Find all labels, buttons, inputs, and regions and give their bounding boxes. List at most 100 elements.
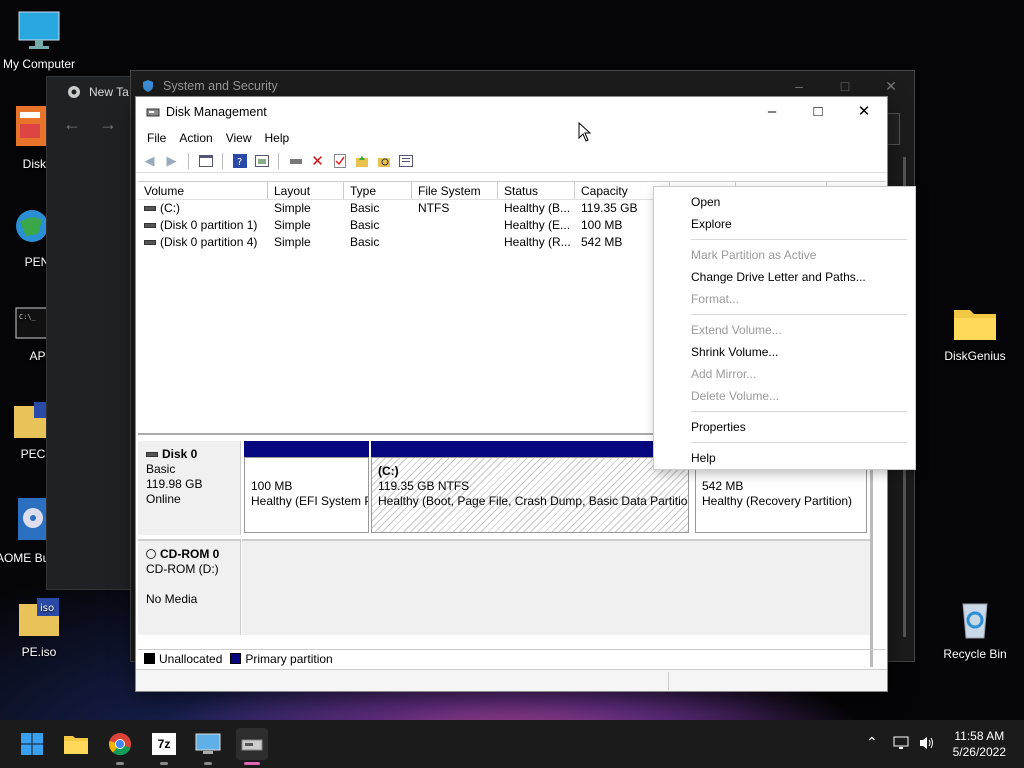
status-bar	[136, 669, 887, 691]
desktop-icon-label: Recycle Bin	[943, 647, 1007, 661]
clock[interactable]: 11:58 AM 5/26/2022	[953, 728, 1006, 760]
desktop-icon-diskgenius-folder[interactable]: DiskGenius	[935, 304, 1015, 363]
close-icon[interactable]: ✕	[841, 97, 887, 127]
list-view-icon[interactable]	[397, 152, 414, 169]
menu-item-change-drive-letter[interactable]: Change Drive Letter and Paths...	[654, 266, 915, 288]
unallocated-swatch	[144, 652, 155, 664]
volume-icon[interactable]	[918, 735, 936, 751]
help-icon[interactable]: ?	[231, 152, 248, 169]
menu-bar: File Action View Help	[136, 127, 887, 149]
partition-c[interactable]: (C:) 119.35 GB NTFS Healthy (Boot, Page …	[371, 457, 689, 533]
taskbar-disk-management[interactable]	[236, 728, 268, 760]
drive-icon	[144, 206, 156, 212]
clock-date: 5/26/2022	[952, 745, 1006, 759]
context-menu: Open Explore Mark Partition as Active Ch…	[653, 186, 916, 470]
mouse-cursor-icon	[578, 122, 592, 142]
7zip-icon: 7z	[152, 733, 176, 755]
column-header[interactable]: Type	[344, 182, 412, 199]
tray-overflow-icon[interactable]: ⌃	[866, 734, 878, 751]
start-button[interactable]	[16, 728, 48, 760]
minimize-icon[interactable]: –	[749, 97, 795, 127]
svg-text:?: ?	[237, 157, 242, 168]
chrome-icon	[68, 86, 80, 98]
folder-icon	[954, 310, 996, 340]
cdrom-area	[242, 539, 871, 635]
maximize-icon[interactable]: □	[795, 97, 841, 127]
folder-up-icon[interactable]	[353, 152, 370, 169]
computer-management-icon	[195, 733, 221, 754]
network-icon[interactable]	[892, 735, 910, 751]
menu-action[interactable]: Action	[179, 131, 219, 145]
menu-item-properties[interactable]: Properties	[654, 416, 915, 438]
taskbar-7zip[interactable]: 7z	[148, 728, 180, 760]
column-header[interactable]: Status	[498, 182, 575, 199]
taskbar-file-explorer[interactable]	[60, 728, 92, 760]
show-hide-console-icon[interactable]	[197, 152, 214, 169]
disk-management-icon	[146, 108, 160, 117]
disk-0-info[interactable]: Disk 0 Basic 119.98 GB Online	[138, 441, 241, 535]
menu-item-add-mirror: Add Mirror...	[691, 367, 757, 381]
diskgenius-app-icon	[16, 106, 46, 146]
folder-icon	[14, 402, 48, 438]
menu-separator	[691, 314, 907, 315]
delete-icon[interactable]: ✕	[309, 152, 326, 170]
column-header[interactable]: Layout	[268, 182, 344, 199]
menu-separator	[691, 442, 907, 443]
menu-item-extend-volume: Extend Volume...	[691, 323, 782, 337]
windows-logo-icon	[21, 733, 43, 755]
cdrom-icon	[146, 549, 156, 559]
cdrom-0-info[interactable]: CD-ROM 0 CD-ROM (D:) No Media	[138, 539, 241, 635]
primary-swatch	[230, 652, 242, 664]
desktop-icon-label: DiskGenius	[944, 349, 1006, 363]
column-header[interactable]: File System	[412, 182, 498, 199]
column-header[interactable]: Volume	[138, 182, 268, 199]
disk-icon	[146, 452, 158, 458]
chrome-icon	[109, 733, 131, 756]
menu-item-delete-volume: Delete Volume...	[691, 389, 780, 403]
menu-view[interactable]: View	[226, 131, 259, 145]
properties-icon[interactable]	[253, 152, 270, 169]
shield-icon	[143, 80, 153, 92]
forward-arrow-icon[interactable]: ▶	[163, 152, 180, 169]
partition-bar	[371, 441, 691, 457]
desktop-icon-pe-iso[interactable]: iso PE.iso	[0, 596, 79, 659]
menu-help[interactable]: Help	[265, 131, 297, 145]
checklist-icon[interactable]	[331, 152, 348, 169]
menu-item-format: Format...	[691, 292, 740, 306]
taskbar: 7z ⌃ 11:58 AM 5/26/2022	[0, 720, 1024, 768]
connect-drive-icon[interactable]	[287, 152, 304, 169]
svg-text:C:\_: C:\_	[19, 313, 37, 321]
disk-management-icon	[241, 739, 263, 751]
window-title: Disk Management	[166, 105, 267, 119]
legend: Unallocated Primary partition	[138, 649, 886, 667]
menu-separator	[691, 411, 907, 412]
taskbar-computer-management[interactable]	[192, 728, 224, 760]
taskbar-chrome[interactable]	[104, 728, 136, 760]
menu-item-explore[interactable]: Explore	[654, 213, 915, 235]
folder-icon	[64, 736, 88, 754]
system-window-title: System and Security	[163, 79, 278, 93]
partition-bar	[244, 441, 369, 457]
menu-item-mark-active: Mark Partition as Active	[691, 248, 817, 262]
menu-item-open[interactable]: Open	[654, 191, 915, 213]
back-arrow-icon[interactable]: ◀	[141, 152, 158, 169]
iso-file-icon: iso	[19, 598, 59, 636]
disk-view-scrollbar[interactable]	[870, 437, 873, 667]
menu-item-help[interactable]: Help	[654, 447, 915, 469]
clock-time: 11:58 AM	[954, 729, 1005, 743]
back-arrow-icon[interactable]: ←	[63, 114, 81, 135]
chrome-tab-title: New Ta	[89, 85, 129, 99]
folder-search-icon[interactable]	[375, 152, 392, 169]
menu-file[interactable]: File	[147, 131, 173, 145]
desktop-icon-label: PE.iso	[21, 645, 57, 659]
partition-efi[interactable]: 100 MB Healthy (EFI System Partition)	[244, 457, 369, 533]
svg-text:iso: iso	[40, 603, 54, 614]
desktop-icon-label: My Computer	[2, 57, 76, 71]
desktop-icon-my-computer[interactable]: My Computer	[0, 10, 79, 71]
desktop-icon-recycle-bin[interactable]: Recycle Bin	[935, 596, 1015, 661]
forward-arrow-icon[interactable]: →	[99, 114, 117, 135]
drive-icon	[144, 223, 156, 229]
drive-icon	[144, 240, 156, 246]
menu-item-shrink-volume[interactable]: Shrink Volume...	[654, 341, 915, 363]
monitor-icon	[18, 11, 60, 49]
